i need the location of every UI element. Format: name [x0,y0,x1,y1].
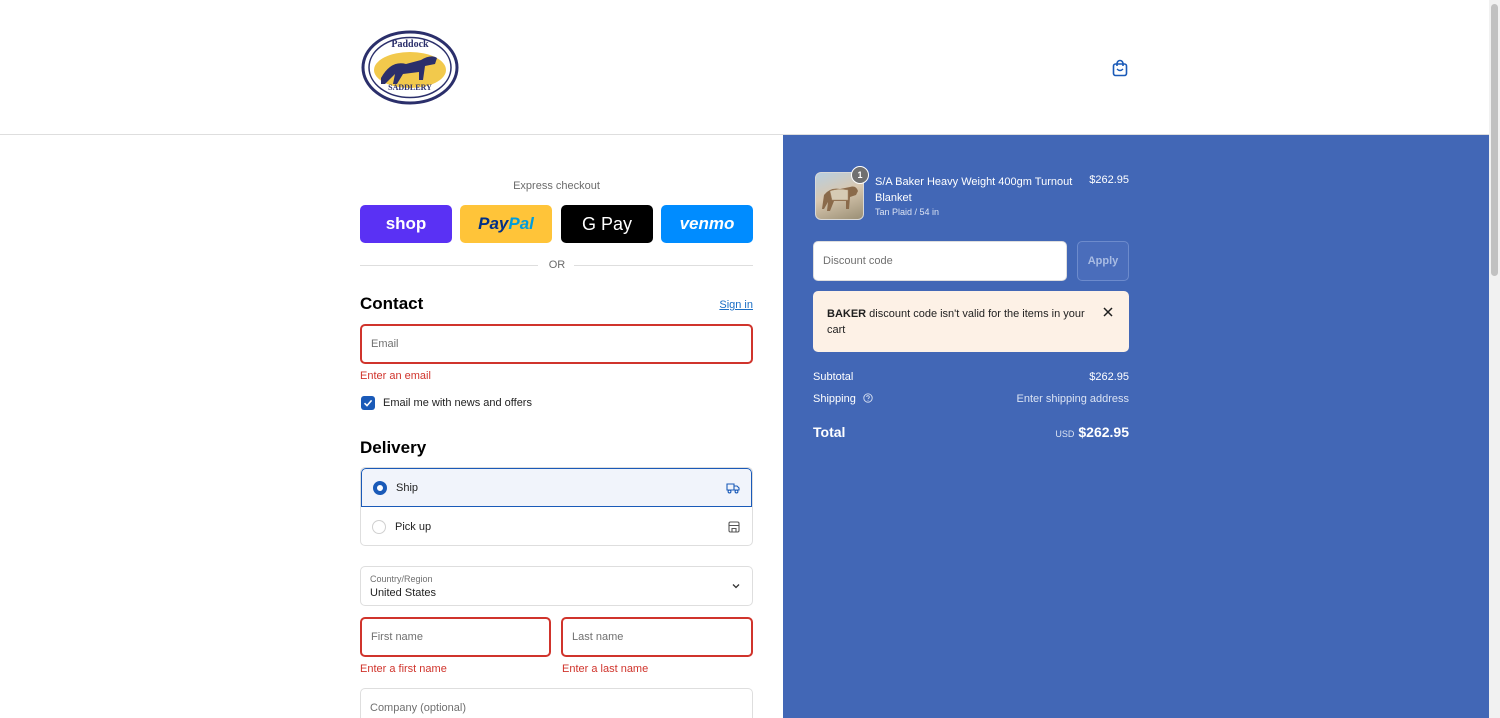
pickup-label: Pick up [395,520,432,533]
shipping-value: Enter shipping address [1016,393,1129,405]
first-name-input[interactable] [362,619,549,655]
subtotal-label: Subtotal [813,371,854,383]
ship-radio[interactable] [373,480,387,495]
delivery-title: Delivery [360,438,427,457]
company-input[interactable] [361,689,752,718]
sign-in-link[interactable]: Sign in [719,299,753,311]
contact-title: Contact [360,294,424,313]
total-label: Total [813,424,846,440]
google-pay-label: G Pay [581,213,633,234]
shipping-row: Shipping Enter shipping address [813,393,1129,405]
page-header: Paddock SADDLERY [0,0,1489,135]
checkmark-icon [363,399,373,407]
logo-top-text: Paddock [391,39,429,50]
total-row: Total USD $262.95 [813,424,1129,442]
scrollbar-thumb[interactable] [1491,4,1498,276]
email-input[interactable] [362,326,751,362]
truck-icon [726,481,740,495]
shopping-bag-icon [1112,59,1128,77]
subtotal-value: $262.95 [1089,371,1129,383]
country-label: Country/Region [370,574,433,584]
logo-bottom-text: SADDLERY [388,83,432,92]
first-name-error: Enter a first name [360,663,447,675]
notice-text: BAKER discount code isn't valid for the … [827,306,1089,338]
or-divider: OR [360,259,753,271]
paypal-button[interactable]: Pay Pal [460,205,552,243]
delivery-option-pickup[interactable]: Pick up [361,507,752,545]
product-price: $262.95 [1089,174,1129,186]
google-pay-button[interactable]: G Pay [561,205,653,243]
paypal-label-pal: Pal [508,214,534,233]
shop-pay-label: shop [385,214,427,233]
total-amount: USD $262.95 [1055,424,1129,440]
country-value: United States [370,587,437,599]
help-circle-icon[interactable] [863,393,873,403]
venmo-label: venmo [679,214,735,233]
close-icon[interactable] [1102,306,1114,318]
last-name-input[interactable] [563,619,751,655]
total-currency: USD [1055,429,1075,439]
subtotal-row: Subtotal $262.95 [813,371,1129,383]
page-scrollbar[interactable] [1489,0,1500,718]
delivery-option-ship[interactable]: Ship [361,468,752,507]
email-field[interactable] [360,324,753,364]
product-name: S/A Baker Heavy Weight 400gm Turnout Bla… [875,176,1073,204]
divider-line-right [574,265,753,266]
notice-message: discount code isn't valid for the items … [827,308,1085,336]
discount-error-notice: BAKER discount code isn't valid for the … [813,291,1129,352]
shipping-label: Shipping [813,393,856,405]
shop-pay-button[interactable]: shop [360,205,452,243]
paypal-label-pay: Pay [478,214,509,233]
apply-discount-button[interactable]: Apply [1077,241,1129,281]
last-name-field[interactable] [561,617,753,657]
store-icon [727,520,741,534]
discount-code-input[interactable] [814,242,1066,280]
newsletter-checkbox[interactable] [361,396,375,410]
ship-label: Ship [396,481,419,494]
company-field[interactable] [360,688,753,718]
notice-code: BAKER [827,308,867,320]
delivery-method-group: Ship Pick up [360,467,753,546]
discount-code-field[interactable] [813,241,1067,281]
express-checkout-label: Express checkout [513,180,600,192]
email-error: Enter an email [360,370,431,382]
country-select[interactable]: Country/Region United States [360,566,753,606]
cart-button[interactable] [1108,56,1132,80]
newsletter-checkbox-row[interactable]: Email me with news and offers [361,396,532,410]
first-name-field[interactable] [360,617,551,657]
venmo-button[interactable]: venmo [661,205,753,243]
last-name-error: Enter a last name [562,663,649,675]
store-logo[interactable]: Paddock SADDLERY [361,30,459,105]
or-label: OR [548,259,566,271]
pickup-radio[interactable] [372,519,386,534]
product-variant: Tan Plaid / 54 in [875,207,940,217]
quantity-badge: 1 [851,166,869,184]
divider-line-left [360,265,538,266]
newsletter-label: Email me with news and offers [383,397,532,409]
chevron-down-icon [732,584,740,589]
total-value: $262.95 [1078,424,1129,440]
